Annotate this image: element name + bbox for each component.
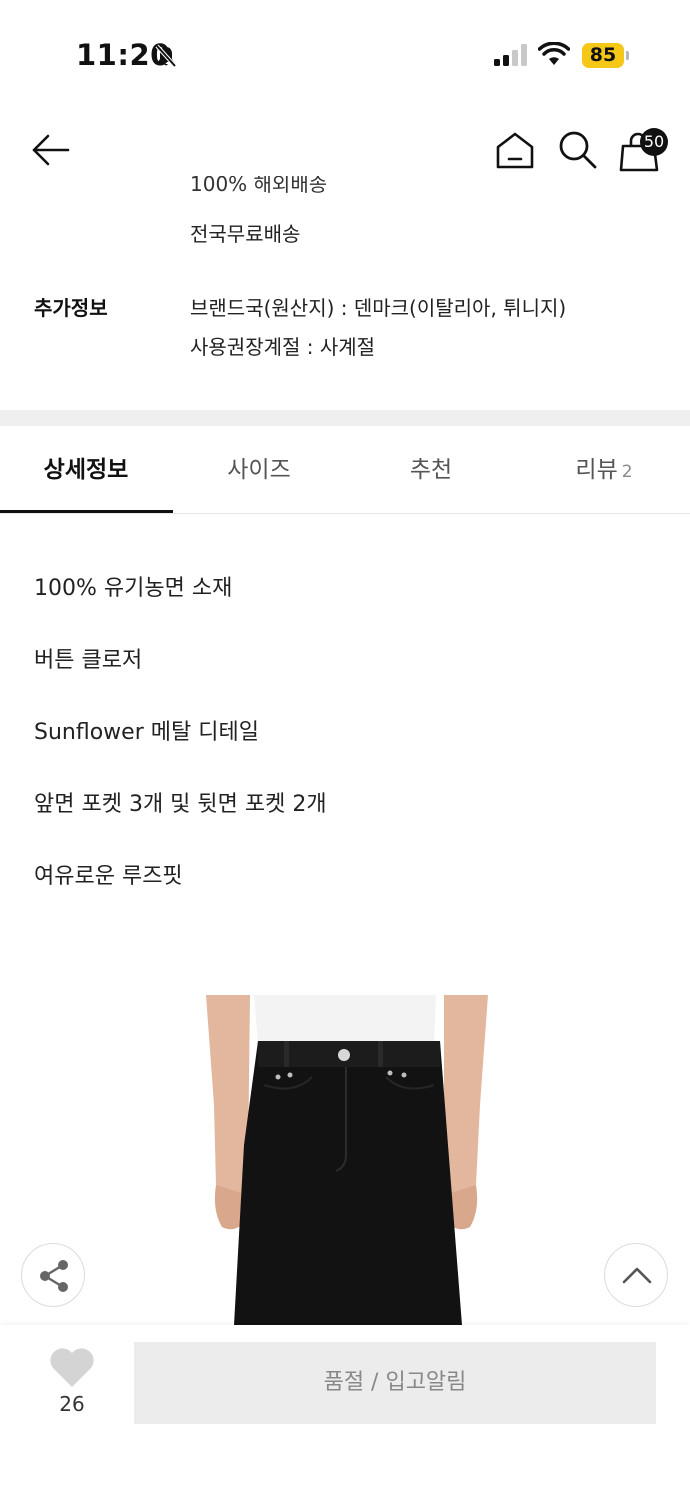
product-image [204, 995, 490, 1325]
detail-item: Sunflower 메탈 디테일 [34, 720, 259, 745]
cart-badge: 50 [640, 128, 668, 156]
info-clipped-line: 100% 해외배송 [190, 176, 328, 196]
like-count: 26 [59, 1392, 85, 1416]
share-icon [40, 1260, 68, 1292]
season-info: 사용권장계절 : 사계절 [190, 335, 376, 359]
detail-item: 앞면 포켓 3개 및 뒷면 포켓 2개 [34, 792, 327, 817]
bell-off-icon [155, 44, 177, 68]
detail-item: 여유로운 루즈핏 [34, 864, 183, 889]
app-header [0, 100, 690, 190]
tab-detail-info[interactable]: 상세정보 [0, 426, 172, 514]
home-icon[interactable] [494, 130, 536, 170]
status-bar: 11:20 85 [0, 0, 690, 100]
chevron-up-icon [622, 1267, 652, 1284]
scroll-top-button[interactable] [604, 1243, 668, 1307]
signal-icon [494, 44, 527, 66]
soldout-restock-button[interactable]: 품절 / 입고알림 [134, 1342, 656, 1424]
active-tab-indicator [0, 510, 173, 513]
tab-review-label: 리뷰 [575, 457, 618, 483]
heart-icon[interactable] [48, 1345, 96, 1389]
tab-review[interactable]: 리뷰 2 [518, 426, 690, 514]
detail-item: 100% 유기농면 소재 [34, 576, 233, 601]
detail-tabs: 상세정보 사이즈 추천 리뷰 2 [0, 426, 690, 514]
bottom-action-bar: 26 품절 / 입고알림 [0, 1325, 690, 1500]
tab-recommend[interactable]: 추천 [345, 426, 517, 514]
section-divider [0, 410, 690, 426]
extra-info-label: 추가정보 [34, 296, 108, 320]
origin-info: 브랜드국(원산지) : 덴마크(이탈리아, 튀니지) [190, 296, 567, 320]
share-button[interactable] [21, 1243, 85, 1307]
review-count: 2 [621, 462, 633, 482]
tab-size[interactable]: 사이즈 [173, 426, 345, 514]
detail-item: 버튼 클로저 [34, 648, 143, 673]
back-arrow-icon[interactable] [30, 130, 72, 170]
search-icon[interactable] [556, 128, 598, 170]
battery-tip [626, 51, 629, 60]
wifi-icon [538, 42, 570, 65]
battery-indicator: 85 [582, 43, 624, 68]
shipping-info: 전국무료배송 [190, 222, 301, 246]
